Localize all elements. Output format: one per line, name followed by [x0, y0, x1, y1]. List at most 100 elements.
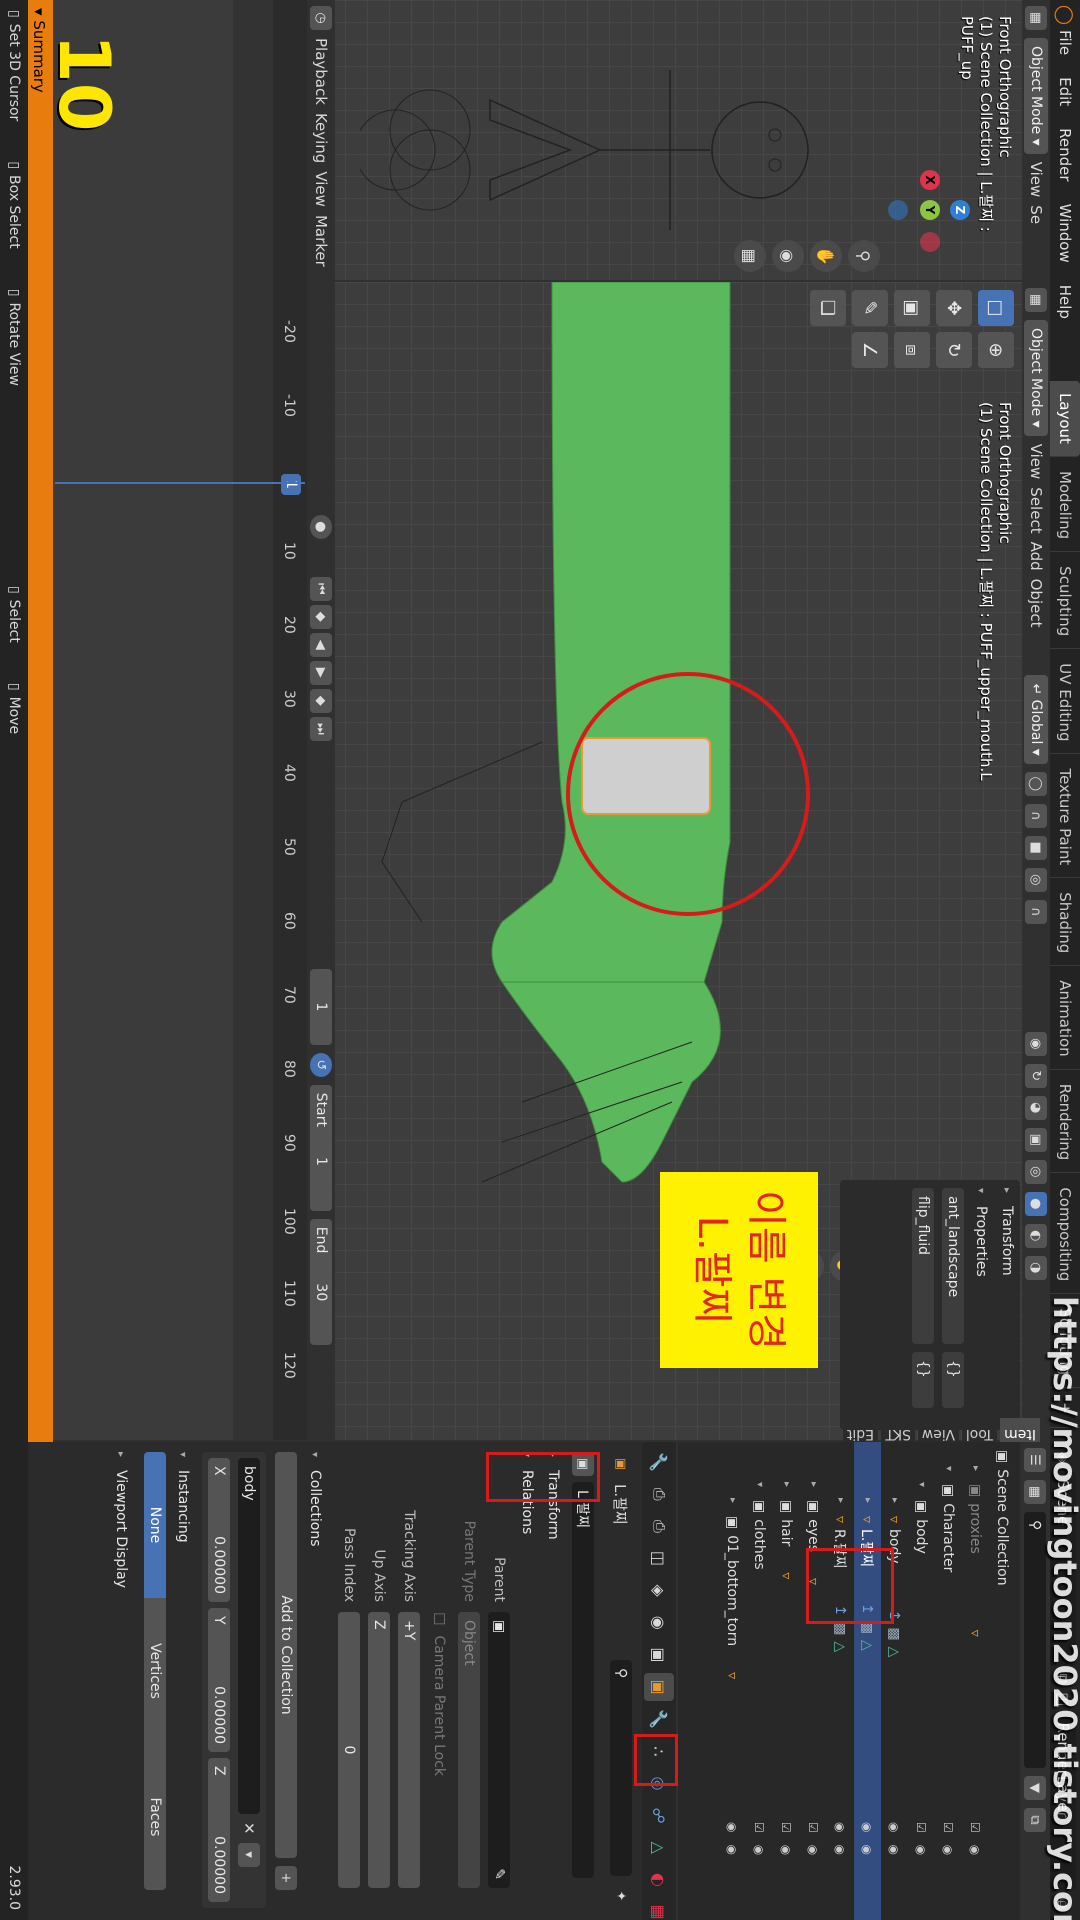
output-tab-icon[interactable]: ⎙: [644, 1512, 674, 1540]
solid-shading-icon[interactable]: ●: [1025, 1191, 1047, 1216]
pass-index-field[interactable]: 0: [338, 1612, 360, 1888]
marker-menu[interactable]: Marker: [312, 215, 330, 267]
instancing-section[interactable]: ▾ Instancing: [170, 1452, 196, 1908]
outliner-row[interactable]: ▸ ▣ eyes ▿ ☑ ◉: [800, 1442, 827, 1920]
editor-type-icon[interactable]: ▦: [1025, 288, 1047, 312]
add-to-collection-button[interactable]: Add to Collection: [275, 1452, 297, 1858]
new-collection-icon[interactable]: ⧉: [1024, 1808, 1046, 1832]
filter-icon[interactable]: ▼: [1024, 1776, 1046, 1800]
scene-tab-icon[interactable]: ◈: [644, 1577, 674, 1605]
tab-modeling[interactable]: Modeling: [1050, 458, 1080, 553]
use-preview-range-icon[interactable]: ↺: [310, 1052, 332, 1077]
parent-type-dropdown[interactable]: Object: [458, 1612, 480, 1888]
pin-icon[interactable]: ✦: [610, 1884, 632, 1908]
playhead[interactable]: [55, 482, 305, 484]
navigation-gizmo[interactable]: Y Z X: [888, 170, 970, 252]
checkbox-icon[interactable]: ☑: [753, 1822, 767, 1833]
collection-menu-icon[interactable]: ▾: [238, 1842, 260, 1867]
zoom-icon[interactable]: ⚲: [848, 240, 880, 272]
jump-start-icon[interactable]: ⏮: [310, 576, 332, 601]
eye-icon[interactable]: ◉: [726, 1822, 740, 1832]
collection-name-field[interactable]: body: [238, 1458, 260, 1814]
properties-section[interactable]: ▾ Properties: [968, 1180, 994, 1430]
offset-z-field[interactable]: Z 0.00000: [208, 1758, 230, 1902]
overlays-icon[interactable]: ◕: [1025, 1095, 1047, 1120]
tab-uv-editing[interactable]: UV Editing: [1050, 651, 1080, 755]
next-keyframe-icon[interactable]: ◆: [310, 688, 332, 713]
eye-icon[interactable]: ◉: [969, 1845, 983, 1855]
neg-z-axis-dot[interactable]: [888, 200, 908, 220]
offset-y-field[interactable]: Y 0.00000: [208, 1608, 230, 1752]
falloff-icon[interactable]: ∩: [1025, 899, 1047, 924]
outliner-search-input[interactable]: ⚲: [1024, 1512, 1046, 1768]
current-frame-field[interactable]: 1: [310, 968, 332, 1045]
tab-texture-paint[interactable]: Texture Paint: [1050, 756, 1080, 879]
viewport-display-section[interactable]: ▸ Viewport Display: [108, 1452, 134, 1908]
play-reverse-icon[interactable]: ◀: [310, 632, 332, 657]
blender-logo-icon[interactable]: ◯: [1055, 0, 1076, 30]
object-tab-icon[interactable]: ▣: [644, 1672, 674, 1702]
snap-target-icon[interactable]: ■: [1025, 835, 1047, 860]
outliner-row-selected[interactable]: ▸ ▿ L.팔찌 ↥ ▩ △ ◉ ◉: [854, 1442, 881, 1920]
data-tab-icon[interactable]: △: [644, 1834, 674, 1862]
outliner[interactable]: ☰ ▦ ⚲ ▼ ⧉ ▣ Scene Collection ▸ ▣ proxies ▿ ☑ ◉…: [678, 1442, 1050, 1920]
outliner-row[interactable]: ▸ ▣ 01_bottom_torn ▿ ◉ ◉: [719, 1442, 746, 1920]
close-icon[interactable]: ✕: [240, 1822, 258, 1835]
xray-icon[interactable]: ▣: [1025, 1127, 1047, 1152]
up-axis-dropdown[interactable]: Z: [368, 1612, 390, 1888]
prop-name[interactable]: ant_landscape: [942, 1188, 964, 1344]
tab-compositing[interactable]: Compositing: [1050, 1175, 1080, 1295]
instancing-vertices-button[interactable]: Vertices: [144, 1598, 166, 1744]
tab-layout[interactable]: Layout: [1050, 380, 1080, 457]
properties-search-input[interactable]: ⚲: [610, 1660, 632, 1876]
collections-section[interactable]: ▾ Collections: [302, 1452, 328, 1908]
add-icon[interactable]: +: [275, 1866, 297, 1890]
texture-tab-icon[interactable]: ▦: [644, 1898, 674, 1920]
z-axis-dot[interactable]: Z: [950, 200, 970, 220]
outliner-row[interactable]: ▸ ▣ proxies ▿ ☑ ◉: [962, 1442, 989, 1920]
object-name-field[interactable]: L.팔찌: [572, 1482, 594, 1878]
view-menu[interactable]: View: [312, 171, 330, 207]
modifier-tab-icon[interactable]: 🔧: [644, 1705, 674, 1733]
keying-menu[interactable]: Keying: [312, 113, 330, 163]
play-icon[interactable]: ▶: [310, 660, 332, 685]
checkbox-icon[interactable]: ☑: [915, 1822, 929, 1833]
rendered-shading-icon[interactable]: ◑: [1025, 1255, 1047, 1280]
mode-dropdown[interactable]: Object Mode ▾: [1024, 320, 1048, 436]
record-icon[interactable]: ●: [310, 514, 332, 539]
end-frame-field[interactable]: End 30: [310, 1218, 332, 1345]
add-menu[interactable]: Add: [1027, 542, 1045, 571]
camera-icon[interactable]: ◉: [834, 1844, 848, 1854]
mode-dropdown[interactable]: Object Mode ▾: [1024, 38, 1048, 154]
eye-icon[interactable]: ◉: [780, 1845, 794, 1855]
current-frame-indicator[interactable]: 1: [281, 474, 301, 495]
editor-type-icon[interactable]: ▦: [1025, 6, 1047, 30]
collection-tab-icon[interactable]: ▣: [644, 1641, 674, 1669]
gizmo-toggle-icon[interactable]: ↻: [1025, 1063, 1047, 1088]
view-layer-tab-icon[interactable]: ◫: [644, 1544, 674, 1572]
outliner-row[interactable]: ▾ ▣ Character ☑ ◉: [935, 1442, 962, 1920]
keyframe-track[interactable]: [233, 0, 273, 1440]
constraints-tab-icon[interactable]: ☍: [644, 1802, 674, 1830]
menu-window[interactable]: Window: [1056, 204, 1074, 263]
tracking-axis-dropdown[interactable]: +Y: [398, 1612, 420, 1888]
timeline-body[interactable]: [53, 0, 233, 1440]
editor-type-icon[interactable]: ◷: [310, 6, 332, 30]
view-menu[interactable]: View: [1027, 444, 1045, 480]
material-shading-icon[interactable]: ◐: [1025, 1223, 1047, 1248]
menu-help[interactable]: Help: [1056, 285, 1074, 319]
eyedropper-icon[interactable]: ✎: [491, 1868, 507, 1880]
wireframe-shading-icon[interactable]: ◎: [1025, 1159, 1047, 1184]
prop-name[interactable]: flip_fluid: [912, 1188, 934, 1344]
editor-type-icon[interactable]: ☰: [1024, 1448, 1046, 1472]
tab-shading[interactable]: Shading: [1050, 880, 1080, 967]
object-menu[interactable]: Object: [1027, 579, 1045, 628]
jump-end-icon[interactable]: ⏭: [310, 716, 332, 741]
checkbox-icon[interactable]: ☑: [942, 1822, 956, 1833]
eye-icon[interactable]: ◉: [807, 1845, 821, 1855]
outliner-row[interactable]: ▾ ▣ body ☑ ◉: [908, 1442, 935, 1920]
summary-row[interactable]: ▾ Summary: [25, 0, 53, 1448]
eye-icon[interactable]: ◉: [861, 1822, 875, 1832]
frame-ruler[interactable]: -20 -10 1 10 20 30 40 50 60 70 80 90 100…: [275, 0, 305, 1440]
transform-section[interactable]: ▸ Transform: [994, 1180, 1020, 1430]
